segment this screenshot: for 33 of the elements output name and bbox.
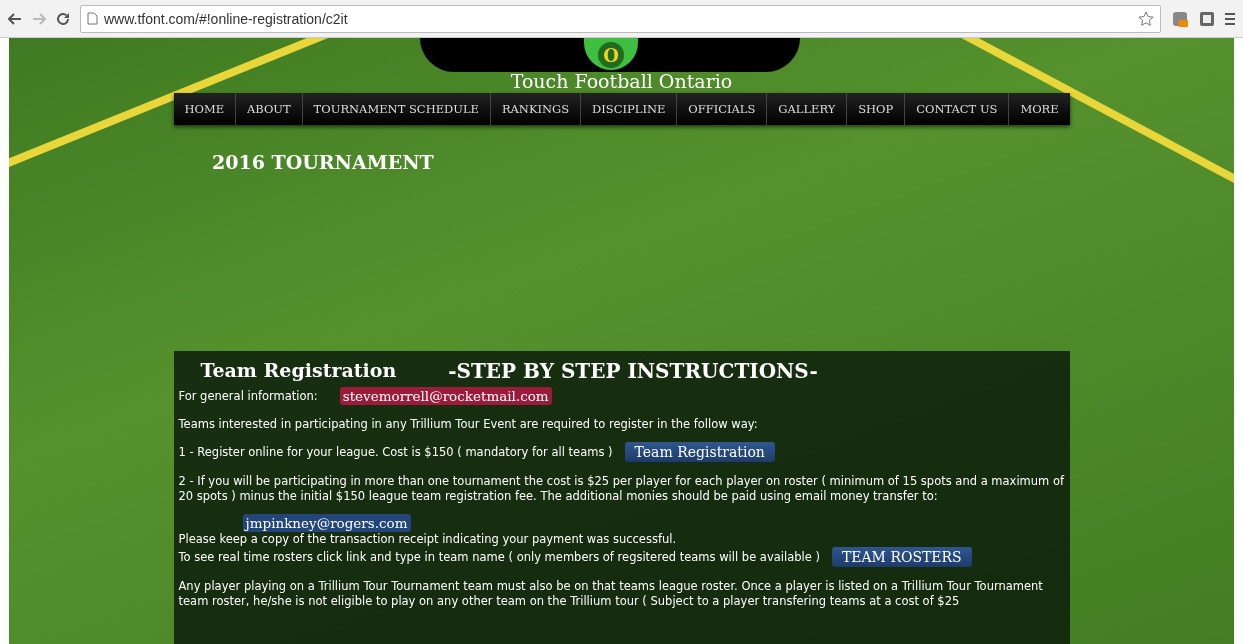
extension-icon[interactable] (1199, 10, 1215, 27)
reload-icon[interactable] (56, 11, 70, 26)
nav-link[interactable]: CONTACT US (905, 93, 1010, 125)
nav-link[interactable]: ABOUT (236, 93, 303, 125)
page-heading: 2016 TOURNAMENT (212, 151, 434, 173)
address-bar[interactable]: www.tfont.com/#!online-registration/c2it (80, 4, 1161, 33)
panel-subtitle: -STEP BY STEP INSTRUCTIONS- (448, 359, 818, 383)
team-rosters-button[interactable]: TEAM ROSTERS (831, 547, 972, 567)
nav-link[interactable]: RANKINGS (490, 93, 582, 125)
info-label: For general information: (178, 389, 318, 403)
intro-text: Teams interested in participating in any Trillium Tour Event are required to register in the follow way: (178, 417, 759, 432)
rosters-text: To see real time rosters click link and type in team name ( only members of regsitered teams will be available ) (178, 550, 820, 564)
page-icon (87, 12, 98, 25)
nav-link[interactable]: GALLERY (767, 93, 848, 125)
step-text: 2 - If you will be participating in more than one tournament the cost is $25 per player for each player on roster ( minimum of 15 spots and a maximum of 20 spots ) minus the initial $150 league team registration fee. The additional monies should be paid using email money transfer to: (178, 474, 1065, 504)
step-text: 1 - Register online for your league. Cost is $150 ( mandatory for all teams ) (178, 445, 613, 459)
nav-link[interactable]: TOURNAMENT SCHEDULE (302, 93, 491, 125)
roster-rule-text: Any player playing on a Trillium Tour Tournament team must also be on that teams league roster. Once a player is listed on a Trillium Tour Tournament team roster, he/she is not eligible to play on any other team on the Trillium tour ( Subject to a player transfering teams at a cost of $25 (178, 579, 1044, 609)
nav-link[interactable]: SHOP (847, 93, 906, 125)
nav-link[interactable]: OFFICIALS (677, 93, 768, 125)
email-link[interactable]: stevemorrell@rocketmail.com (339, 387, 552, 405)
back-icon[interactable] (8, 12, 22, 25)
team-registration-button[interactable]: Team Registration (624, 442, 775, 462)
receipt-note: Please keep a copy of the transaction receipt indicating your payment was successful. (178, 532, 678, 547)
bookmark-star-icon[interactable] (1138, 10, 1154, 27)
nav-link[interactable]: DISCIPLINE (581, 93, 678, 125)
nav-link[interactable]: MORE (1009, 93, 1070, 125)
menu-icon[interactable] (1225, 11, 1235, 26)
email-link[interactable]: jmpinkney@rogers.com (242, 514, 411, 532)
extension-icon[interactable] (1171, 9, 1189, 28)
panel-title: Team Registration (200, 359, 397, 383)
nav-link[interactable]: HOME (173, 93, 236, 125)
site-title: Touch Football Ontario (510, 70, 733, 92)
